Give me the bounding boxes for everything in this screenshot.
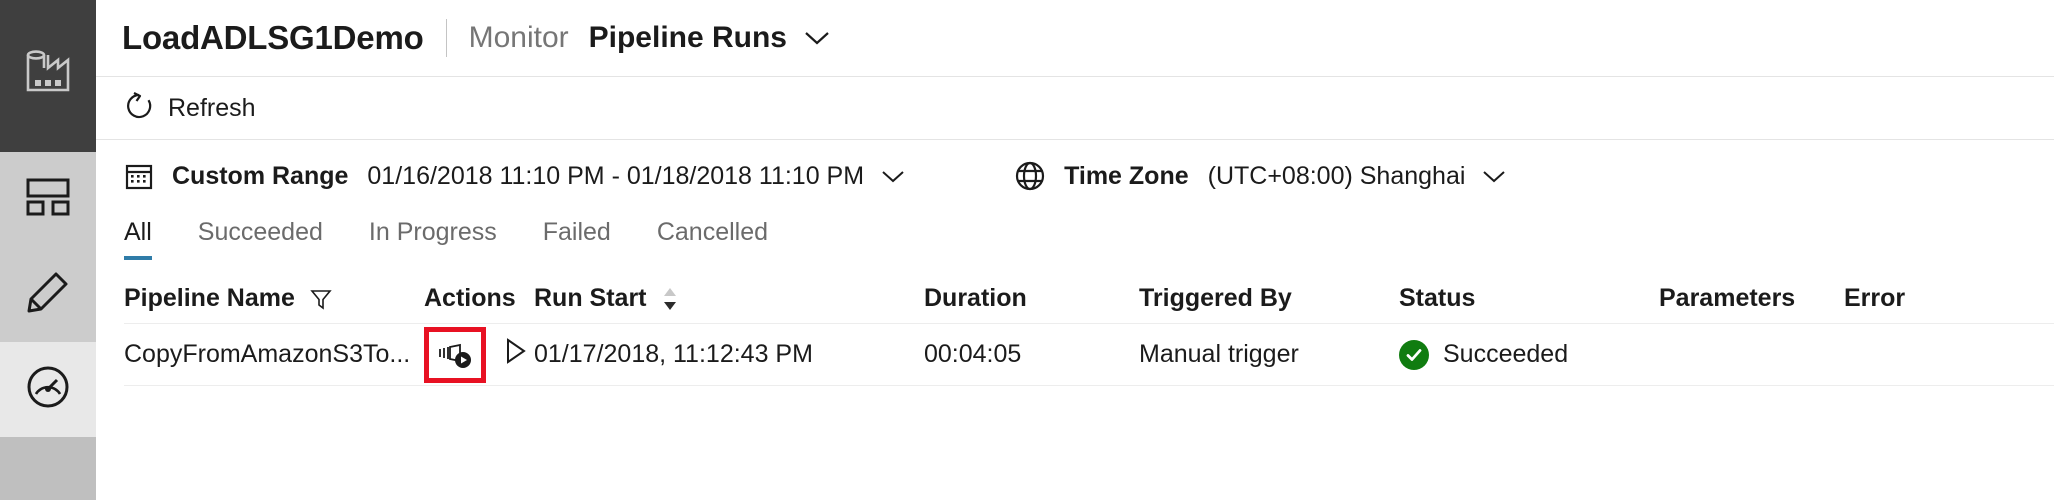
column-header-actions: Actions <box>424 284 534 313</box>
sidebar-item-overview[interactable] <box>0 152 96 247</box>
time-zone-label: Time Zone <box>1064 161 1189 190</box>
column-header-status: Status <box>1399 284 1659 313</box>
filter-funnel-icon[interactable] <box>309 287 333 311</box>
breadcrumb-current[interactable]: Pipeline Runs <box>589 21 787 55</box>
left-navigation-rail <box>0 0 96 500</box>
table-header-row: Pipeline Name Actions Run Start Duration… <box>124 274 2054 324</box>
sort-arrows-icon[interactable] <box>661 286 679 312</box>
dashboard-overview-icon <box>25 177 71 222</box>
page-title: LoadADLSG1Demo <box>122 19 424 56</box>
chevron-down-icon[interactable] <box>803 29 831 47</box>
column-header-error: Error <box>1844 284 1984 313</box>
pipeline-runs-table: Pipeline Name Actions Run Start Duration… <box>96 274 2054 500</box>
rerun-play-icon <box>501 336 529 373</box>
filter-bar: Custom Range 01/16/2018 11:10 PM - 01/18… <box>96 140 2054 212</box>
breadcrumb-section[interactable]: Monitor <box>469 21 569 55</box>
gauge-monitor-icon <box>24 363 72 416</box>
column-header-run-start[interactable]: Run Start <box>534 284 924 313</box>
custom-range-label: Custom Range <box>172 161 349 190</box>
rail-filler <box>0 437 96 500</box>
column-header-status-label: Status <box>1399 284 1476 312</box>
tab-in-progress[interactable]: In Progress <box>369 212 497 268</box>
tab-succeeded[interactable]: Succeeded <box>198 212 323 268</box>
custom-range-value: 01/16/2018 11:10 PM - 01/18/2018 11:10 P… <box>367 161 865 190</box>
column-header-duration: Duration <box>924 284 1139 313</box>
tab-failed[interactable]: Failed <box>543 212 611 268</box>
cell-triggered-by: Manual trigger <box>1139 340 1399 369</box>
column-header-error-label: Error <box>1844 284 1906 312</box>
run-start-text: 01/17/2018, 11:12:43 PM <box>534 340 813 368</box>
custom-range-filter[interactable]: Custom Range 01/16/2018 11:10 PM - 01/18… <box>124 161 906 191</box>
pipeline-runs-page: LoadADLSG1Demo Monitor Pipeline Runs Ref… <box>0 0 2054 500</box>
column-header-parameters-label: Parameters <box>1659 284 1796 312</box>
status-filter-tabs: All Succeeded In Progress Failed Cancell… <box>96 212 2054 274</box>
title-divider <box>445 19 447 57</box>
refresh-button[interactable]: Refresh <box>124 91 256 126</box>
tab-cancelled[interactable]: Cancelled <box>657 212 768 268</box>
tab-in-progress-label: In Progress <box>368 218 497 246</box>
column-header-triggered-by: Triggered By <box>1139 284 1399 313</box>
titlebar: LoadADLSG1Demo Monitor Pipeline Runs <box>96 0 2054 76</box>
rerun-play-button[interactable] <box>496 335 534 375</box>
sidebar-item-monitor[interactable] <box>0 342 96 437</box>
status-badge: Succeeded <box>1443 340 1569 368</box>
calendar-icon <box>124 161 154 191</box>
time-zone-value: (UTC+08:00) Shanghai <box>1207 161 1466 190</box>
globe-icon <box>1014 160 1046 192</box>
time-zone-filter[interactable]: Time Zone (UTC+08:00) Shanghai <box>1014 160 1507 192</box>
data-factory-logo <box>0 0 96 152</box>
main-content: LoadADLSG1Demo Monitor Pipeline Runs Ref… <box>96 0 2054 500</box>
chevron-down-icon[interactable] <box>1481 168 1507 184</box>
pipeline-name-text: CopyFromAmazonS3To... <box>124 340 411 368</box>
cell-status: Succeeded <box>1399 339 1659 370</box>
column-header-run-start-label: Run Start <box>534 284 647 312</box>
refresh-label: Refresh <box>168 93 256 122</box>
pencil-author-icon <box>25 269 71 320</box>
sidebar-item-author[interactable] <box>0 247 96 342</box>
tab-succeeded-label: Succeeded <box>197 218 323 246</box>
refresh-icon <box>124 91 154 126</box>
command-bar: Refresh <box>96 77 2054 139</box>
table-row[interactable]: CopyFromAmazonS3To... 01/17/2018, 11:12:… <box>124 324 2054 386</box>
tab-failed-label: Failed <box>542 218 611 246</box>
view-activity-runs-icon <box>435 335 475 375</box>
tab-cancelled-label: Cancelled <box>656 218 769 246</box>
chevron-down-icon[interactable] <box>880 168 906 184</box>
cell-duration: 00:04:05 <box>924 340 1139 369</box>
cell-run-start: 01/17/2018, 11:12:43 PM <box>534 340 924 369</box>
view-activity-runs-button[interactable] <box>424 326 486 383</box>
cell-actions <box>424 326 534 383</box>
triggered-by-text: Manual trigger <box>1139 340 1299 368</box>
column-header-triggered-by-label: Triggered By <box>1139 284 1292 312</box>
cell-pipeline-name[interactable]: CopyFromAmazonS3To... <box>124 340 424 369</box>
column-header-actions-label: Actions <box>424 284 516 312</box>
duration-text: 00:04:05 <box>924 340 1022 368</box>
data-factory-logo-icon <box>20 46 76 107</box>
success-check-icon <box>1399 339 1429 370</box>
tab-all[interactable]: All <box>124 212 152 268</box>
tab-all-label: All <box>124 218 152 246</box>
column-header-duration-label: Duration <box>924 284 1027 312</box>
column-header-pipeline-name-label: Pipeline Name <box>124 284 295 312</box>
column-header-parameters: Parameters <box>1659 284 1844 313</box>
column-header-pipeline-name[interactable]: Pipeline Name <box>124 284 424 313</box>
